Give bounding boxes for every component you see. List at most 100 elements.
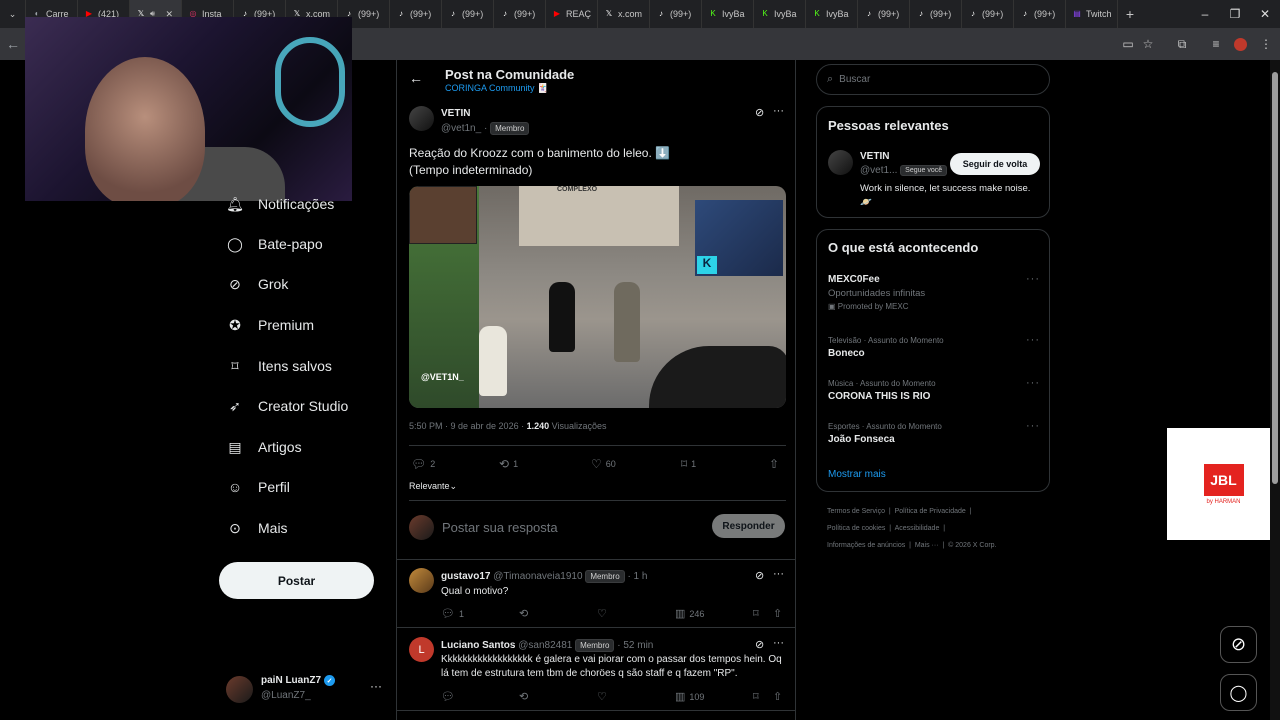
grok-icon[interactable]: ⊘ — [755, 638, 764, 651]
bookmark-action[interactable]: ⌑ — [753, 607, 759, 620]
nav-item-notificações[interactable]: 🔔︎ Notificações — [226, 192, 334, 216]
more-options-icon[interactable]: ··· — [773, 637, 784, 649]
profile-avatar-icon[interactable] — [1232, 36, 1248, 52]
accessibility-link[interactable]: Acessibilidade — [895, 525, 940, 532]
nav-item-perfil[interactable]: ☺ Perfil — [226, 475, 290, 499]
browser-back-icon[interactable]: ← — [6, 36, 20, 52]
browser-tab[interactable]: K IvyBa — [754, 0, 806, 28]
nav-item-grok[interactable]: ⊘ Grok — [226, 272, 288, 296]
more-options-icon[interactable]: ··· — [773, 105, 784, 117]
browser-tab[interactable]: ♪ (99+) — [390, 0, 442, 28]
views-action[interactable]: ▥ 246 — [675, 607, 704, 620]
ads-info-link[interactable]: Informações de anúncios — [827, 542, 905, 549]
community-link[interactable]: CORINGA Community 🃏 — [445, 83, 548, 94]
more-options-icon[interactable]: ··· — [1026, 334, 1040, 346]
share-action[interactable]: ⇧ — [773, 607, 782, 620]
scrollbar-thumb[interactable] — [1272, 72, 1278, 484]
browser-tab[interactable]: ♪ (99+) — [962, 0, 1014, 28]
more-options-icon[interactable]: ··· — [1026, 273, 1040, 285]
relevant-handle[interactable]: @vet1... — [860, 165, 897, 176]
nav-item-premium[interactable]: ✪ Premium — [226, 313, 314, 337]
reply-author-name[interactable]: gustavo17 — [441, 571, 490, 582]
search-input[interactable]: ⌕ Buscar — [816, 64, 1050, 95]
reply-action[interactable]: 💬︎ 2 — [411, 457, 435, 471]
more-options-icon[interactable]: ··· — [773, 568, 784, 580]
reply-input[interactable]: Postar sua resposta — [442, 520, 558, 535]
bookmark-action[interactable]: ⌑ — [753, 690, 759, 703]
back-arrow-icon[interactable]: ← — [409, 70, 423, 86]
follow-back-button[interactable]: Seguir de volta — [950, 153, 1040, 175]
browser-tab[interactable]: ♪ (99+) — [494, 0, 546, 28]
relevant-name[interactable]: VETIN — [860, 151, 889, 162]
post-video[interactable]: @VET1N_ COMPLEXO K @VET1N_ — [409, 186, 786, 408]
post-author-name[interactable]: VETIN — [441, 108, 470, 119]
nav-item-creator-studio[interactable]: ➶ Creator Studio — [226, 394, 348, 418]
nav-item-bate-papo[interactable]: ◯ Bate-papo — [226, 232, 322, 256]
reply-author-handle[interactable]: @san82481 — [518, 640, 572, 651]
account-switcher[interactable]: paiN LuanZ7 ✓ @LuanZ7_ ··· — [226, 672, 386, 708]
share-action[interactable]: ⇧ — [769, 457, 779, 471]
browser-tab[interactable]: ▶ REAÇ — [546, 0, 598, 28]
grok-icon[interactable]: ⊘ — [755, 106, 764, 119]
repost-action[interactable]: ⟲ — [519, 607, 528, 620]
repost-action[interactable]: ⟲ 1 — [499, 457, 518, 471]
media-controls-icon[interactable]: ≡ — [1208, 36, 1224, 52]
privacy-link[interactable]: Política de Privacidade — [895, 508, 966, 515]
trend-item[interactable]: Esportes · Assunto do Momento João Fonsec… — [828, 422, 1028, 445]
browser-tab[interactable]: K IvyBa — [702, 0, 754, 28]
star-icon[interactable]: ☆ — [1140, 36, 1156, 52]
messages-float-button[interactable]: ◯ — [1220, 674, 1257, 711]
reply-author-name[interactable]: Luciano Santos — [441, 640, 515, 651]
sort-dropdown[interactable]: Relevante⌄ — [409, 481, 457, 492]
more-link[interactable]: Mais ··· — [915, 542, 939, 549]
views-action[interactable]: ▥ 109 — [675, 690, 704, 703]
share-action[interactable]: ⇧ — [773, 690, 782, 703]
nav-item-artigos[interactable]: ▤ Artigos — [226, 435, 301, 459]
close-window-button[interactable]: ✕ — [1250, 0, 1280, 28]
like-action[interactable]: ♡ — [597, 690, 607, 703]
show-more-link[interactable]: Mostrar mais — [828, 469, 886, 480]
nav-item-itens-salvos[interactable]: ⌑ Itens salvos — [226, 354, 332, 378]
bookmark-action[interactable]: ⌑ 1 — [681, 457, 696, 471]
post-author-avatar[interactable] — [409, 106, 434, 131]
repost-action[interactable]: ⟲ — [519, 690, 528, 703]
browser-menu-icon[interactable]: ⋮ — [1258, 36, 1274, 52]
reply-avatar[interactable] — [409, 568, 434, 593]
browser-tab[interactable]: ♪ (99+) — [910, 0, 962, 28]
like-action[interactable]: ♡ 60 — [591, 457, 616, 471]
cookies-link[interactable]: Política de cookies — [827, 525, 885, 532]
promoted-trend[interactable]: MEXC0Fee Oportunidades infinitas ▣ Promo… — [828, 274, 1028, 311]
reply-author-handle[interactable]: @Timaonaveia1910 — [493, 571, 582, 582]
restore-button[interactable]: ❐ — [1220, 0, 1250, 28]
new-tab-button[interactable]: + — [1118, 6, 1142, 22]
relevant-avatar[interactable] — [828, 150, 853, 175]
grok-float-button[interactable]: ⊘ — [1220, 626, 1257, 663]
browser-tab[interactable]: ♪ (99+) — [650, 0, 702, 28]
reply-action[interactable]: 💬︎ 1 — [441, 607, 464, 620]
account-more-icon[interactable]: ··· — [370, 679, 382, 693]
grok-icon[interactable]: ⊘ — [755, 569, 764, 582]
more-options-icon[interactable]: ··· — [1026, 377, 1040, 389]
post-author-handle[interactable]: @vet1n_ — [441, 123, 481, 134]
reply-submit-button[interactable]: Responder — [712, 514, 785, 538]
trend-item[interactable]: Televisão · Assunto do Momento Boneco — [828, 336, 1028, 359]
trend-item[interactable]: Música · Assunto do Momento CORONA THIS I… — [828, 379, 1028, 402]
browser-tab[interactable]: ▤ Twitch — [1066, 0, 1118, 28]
browser-tab[interactable]: ♪ (99+) — [442, 0, 494, 28]
cast-icon[interactable]: ▭ — [1120, 36, 1136, 52]
browser-tab[interactable]: 𝕏x.com — [598, 0, 650, 28]
more-options-icon[interactable]: ··· — [1026, 420, 1040, 432]
browser-tab[interactable]: K IvyBa — [806, 0, 858, 28]
browser-tab[interactable]: ♪ (99+) — [858, 0, 910, 28]
reply-action[interactable]: 💬︎ — [441, 690, 455, 703]
browser-tab[interactable]: ♪ (99+) — [1014, 0, 1066, 28]
like-action[interactable]: ♡ — [597, 607, 607, 620]
reply-avatar[interactable]: L — [409, 637, 434, 662]
page-scrollbar[interactable] — [1270, 60, 1280, 720]
post-button[interactable]: Postar — [219, 562, 374, 599]
extensions-icon[interactable]: ⧉ — [1174, 36, 1190, 52]
nav-item-mais[interactable]: ⊙ Mais — [226, 516, 287, 540]
tab-search-button[interactable]: ⌄ — [0, 0, 26, 28]
minimize-button[interactable]: – — [1190, 0, 1220, 28]
terms-link[interactable]: Termos de Serviço — [827, 508, 885, 515]
